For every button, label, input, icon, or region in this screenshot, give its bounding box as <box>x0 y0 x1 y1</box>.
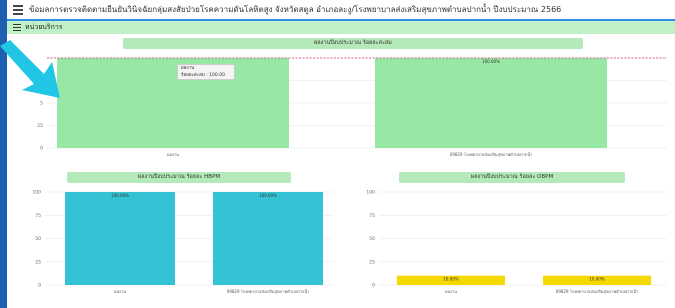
bar <box>57 58 289 148</box>
y-tick-label: 0 <box>372 283 375 289</box>
y-tick-label: 5 <box>40 101 43 107</box>
data-label: 10.00% <box>443 277 458 282</box>
chart-hbpm: 100 75 50 25 0 100.00% ผลงาน 100.00% 09829 โรงพย… <box>32 190 333 295</box>
data-label: 100.00% <box>259 193 277 198</box>
y-tick-label: 50 <box>35 236 41 242</box>
page-title: ข้อมลการตรวจติดตามยืนยันวินิจฉัยกลุ่มสงส… <box>29 5 562 14</box>
section-menu-icon[interactable] <box>13 23 21 32</box>
y-tick-label: 0 <box>40 146 43 152</box>
section-label: หน่วยบริการ <box>25 23 63 31</box>
tooltip-line-2: ร้อยละสะสม : 100.00 <box>181 72 225 78</box>
y-tick-label: 100 <box>32 190 41 196</box>
data-label: 10.00% <box>589 277 604 282</box>
bar <box>375 58 607 148</box>
y-tick-label: 50 <box>369 236 375 242</box>
app-frame: ข้อมลการตรวจติดตามยืนยันวินิจฉัยกลุ่มสงส… <box>7 0 675 308</box>
chart-obpm: 100 75 50 25 0 10.00% ผลงาน 10.00% 09829 โรงพยาบ… <box>366 190 667 295</box>
chart-accumulated: 75250ผลงาน100.00%09829 โรงพยาบาลส่งเสริม… <box>37 57 667 158</box>
chart-panel-hbpm: ผลงานปีงบประมาณ ร้อยละ HBPM 100 75 50 25 0 10… <box>15 170 341 300</box>
bar <box>65 192 175 285</box>
chart-panel-accumulated: ผลงานปีงบประมาณ ร้อยละสะสม 75250ผลงาน100… <box>15 36 675 162</box>
header-bar: ข้อมลการตรวจติดตามยืนยันวินิจฉัยกลุ่มสงส… <box>7 0 675 21</box>
chart-tooltip: ผลงาน ร้อยละสะสม : 100.00 <box>177 64 235 80</box>
y-tick-label: 0 <box>38 283 41 289</box>
bar <box>213 192 323 285</box>
data-label: 100.00% <box>482 59 500 64</box>
y-tick-label: 25 <box>35 259 41 265</box>
chart-panel-obpm: ผลงานปีงบประมาณ ร้อยละ OBPM 100 75 50 25 0 10… <box>349 170 675 300</box>
section-bar[interactable]: หน่วยบริการ <box>7 21 675 34</box>
x-tick-label: ผลงาน <box>114 289 126 294</box>
y-tick-label: 100 <box>366 190 375 196</box>
arrow-pointer-icon <box>0 40 60 98</box>
y-tick-label: 25 <box>37 123 43 129</box>
x-tick-label: 09829 โรงพยาบาลส่งเสริมสุขภาพตำบลปากน้ำ <box>450 150 532 158</box>
x-tick-label: 09829 โรงพยาบาลส่งเสริมสุขภาพตำบลปากน้ำ <box>227 287 309 295</box>
y-tick-label: 75 <box>369 213 375 219</box>
x-tick-label: 09829 โรงพยาบาลส่งเสริมสุขภาพตำบลปากน้ำ <box>556 287 638 295</box>
x-tick-label: ผลงาน <box>445 289 457 294</box>
y-tick-label: 75 <box>35 213 41 219</box>
x-tick-label: ผลงาน <box>167 152 179 157</box>
menu-icon[interactable] <box>13 4 23 15</box>
data-label: 100.00% <box>111 193 129 198</box>
y-tick-label: 25 <box>369 259 375 265</box>
